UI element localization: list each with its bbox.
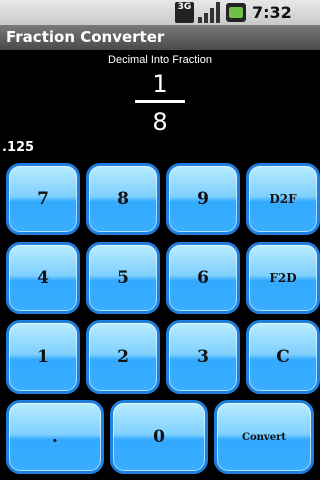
decimal-point-button[interactable]: . [6, 400, 104, 474]
mode-label: Decimal Into Fraction [108, 54, 212, 66]
key-7[interactable]: 7 [6, 163, 80, 235]
key-3[interactable]: 3 [166, 320, 240, 394]
status-bar: 3G 7:32 AM [0, 0, 320, 41]
key-4[interactable]: 4 [6, 242, 80, 314]
key-1[interactable]: 1 [6, 320, 80, 394]
fraction-denominator: 8 [152, 108, 168, 136]
convert-button[interactable]: Convert [214, 400, 314, 474]
key-2[interactable]: 2 [86, 320, 160, 394]
key-6[interactable]: 6 [166, 242, 240, 314]
key-5[interactable]: 5 [86, 242, 160, 314]
key-8[interactable]: 8 [86, 163, 160, 235]
signal-strength-icon [198, 2, 220, 23]
fraction-numerator: 1 [152, 70, 168, 98]
f2d-button[interactable]: F2D [246, 242, 320, 314]
app-title: Fraction Converter [0, 25, 320, 50]
clear-button[interactable]: C [246, 320, 320, 394]
fraction-bar [135, 100, 185, 103]
network-3g-icon: 3G [175, 2, 194, 23]
d2f-button[interactable]: D2F [246, 163, 320, 235]
battery-icon [226, 3, 246, 22]
key-0[interactable]: 0 [110, 400, 208, 474]
decimal-input[interactable]: .125 [2, 140, 34, 155]
key-9[interactable]: 9 [166, 163, 240, 235]
